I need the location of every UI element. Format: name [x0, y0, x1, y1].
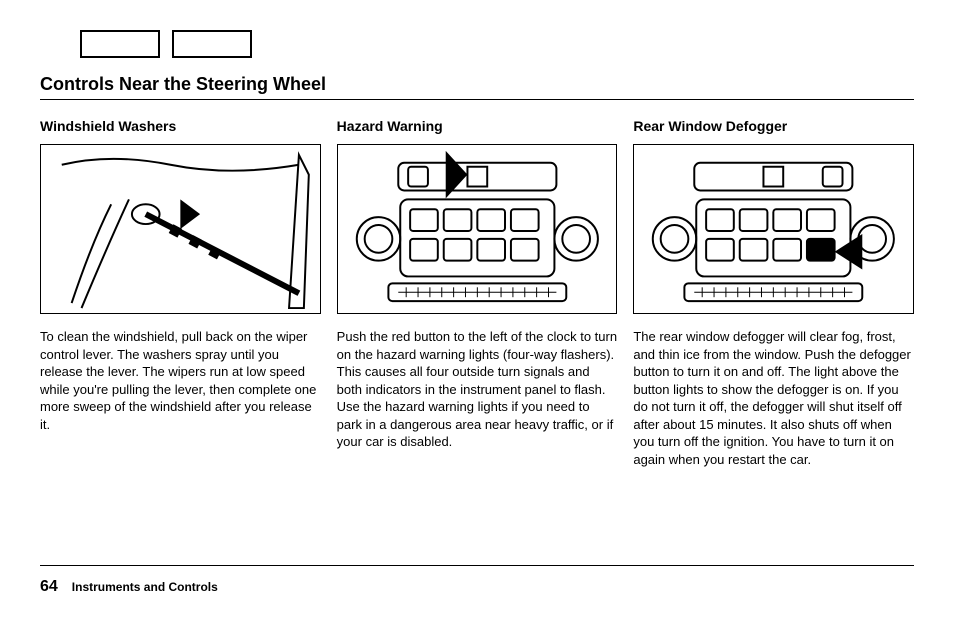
hazard-svg	[338, 145, 617, 313]
column-rear-defogger: Rear Window Defogger	[633, 118, 914, 468]
nav-boxes	[80, 30, 914, 58]
subhead-windshield-washers: Windshield Washers	[40, 118, 321, 134]
illustration-defogger-button	[633, 144, 914, 314]
body-rear-defogger: The rear window defogger will clear fog,…	[633, 328, 914, 468]
illustration-wiper-lever	[40, 144, 321, 314]
page-footer: 64 Instruments and Controls	[40, 578, 218, 596]
column-hazard-warning: Hazard Warning	[337, 118, 618, 468]
subhead-hazard-warning: Hazard Warning	[337, 118, 618, 134]
wiper-lever-svg	[41, 145, 320, 313]
column-windshield-washers: Windshield Washers To clean the windshie…	[40, 118, 321, 468]
manual-page: Controls Near the Steering Wheel Windshi…	[0, 0, 954, 618]
content-columns: Windshield Washers To clean the windshie…	[40, 118, 914, 468]
nav-box-next[interactable]	[172, 30, 252, 58]
body-hazard-warning: Push the red button to the left of the c…	[337, 328, 618, 451]
title-rule	[40, 99, 914, 100]
chapter-name: Instruments and Controls	[72, 580, 218, 594]
subhead-rear-defogger: Rear Window Defogger	[633, 118, 914, 134]
body-windshield-washers: To clean the windshield, pull back on th…	[40, 328, 321, 433]
defogger-svg	[634, 145, 913, 313]
footer-rule	[40, 565, 914, 566]
nav-box-prev[interactable]	[80, 30, 160, 58]
page-number: 64	[40, 578, 58, 596]
illustration-hazard-button	[337, 144, 618, 314]
page-title: Controls Near the Steering Wheel	[40, 74, 914, 95]
